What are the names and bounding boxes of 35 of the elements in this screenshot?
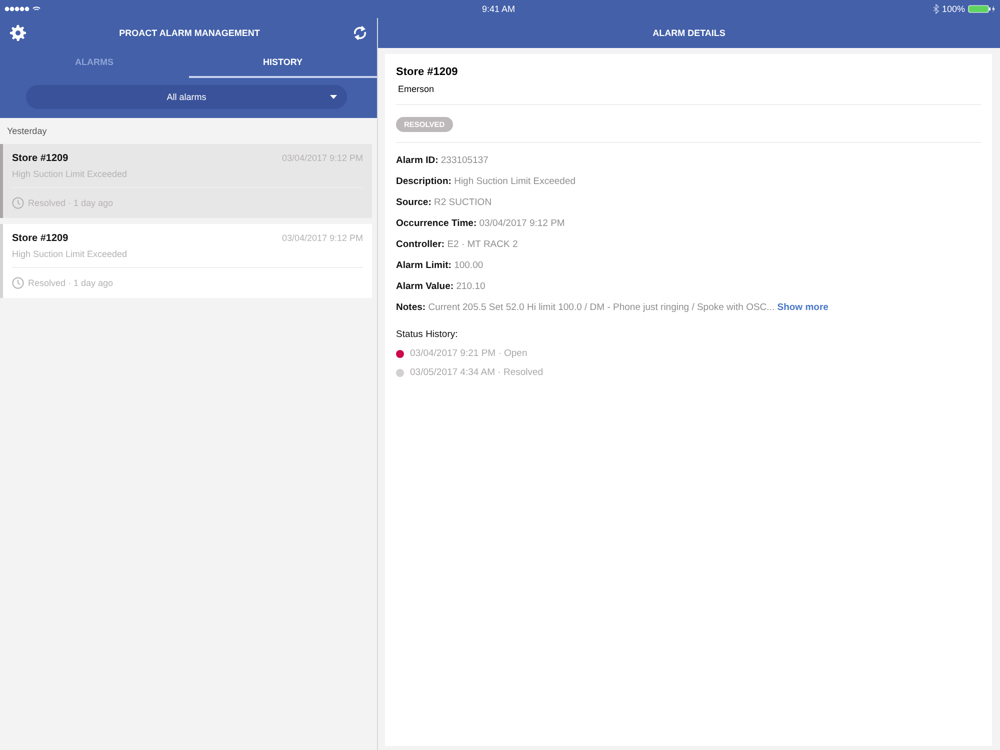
bluetooth-icon (932, 4, 939, 14)
history-label: Status History: (396, 329, 459, 340)
detail-field: Alarm Limit: 100.00 (396, 260, 981, 271)
app-title: PROACT ALARM MANAGEMENT (119, 28, 260, 38)
settings-icon[interactable] (10, 25, 26, 41)
alarm-description: High Suction Limit Exceeded (12, 249, 363, 268)
alarm-card[interactable]: Store #1209 03/04/2017 9:12 PM High Suction Limit Exceeded Resolved · 1 day ago (0, 224, 372, 298)
detail-field: Controller: E2 · MT RACK 2 (396, 239, 981, 250)
show-more-link[interactable]: Show more (777, 302, 828, 313)
store-name: Store #1209 (12, 153, 68, 164)
battery-icon (968, 5, 996, 13)
detail-field: Description: High Suction Limit Exceeded (396, 176, 981, 187)
alarm-status: Resolved · 1 day ago (28, 278, 114, 288)
status-time: 9:41 AM (482, 4, 516, 14)
alarm-time: 03/04/2017 9:12 PM (282, 233, 363, 244)
refresh-icon[interactable] (353, 25, 367, 41)
detail-field: Alarm Value: 210.10 (396, 281, 981, 292)
store-name: Store #1209 (12, 233, 68, 244)
company-name: Emerson (396, 84, 981, 105)
detail-title: ALARM DETAILS (652, 28, 726, 38)
history-entry: 03/04/2017 9:21 PM · Open (410, 348, 528, 359)
detail-field: Occurrence Time: 03/04/2017 9:12 PM (396, 218, 981, 229)
signal-icon (4, 6, 42, 12)
caret-icon (330, 95, 337, 99)
detail-field: Source: R2 SUCTION (396, 197, 981, 208)
detail-field: Alarm ID: 233105137 (396, 155, 981, 166)
tab[interactable]: HISTORY (188, 48, 377, 78)
section-header: Yesterday (6, 125, 48, 138)
detail-field: Notes: Current 205.5 Set 52.0 Hi limit 100.0 / DM - Phone just ringing / Spoke with OSC... Show more (396, 302, 981, 313)
store-name: Store #1209 (396, 66, 459, 78)
history-entry: 03/05/2017 4:34 AM · Resolved (410, 367, 544, 378)
clock-icon (12, 197, 24, 209)
filter-dropdown[interactable]: All alarms (26, 85, 347, 109)
clock-icon (12, 277, 24, 289)
battery-percent: 100% (942, 4, 965, 14)
